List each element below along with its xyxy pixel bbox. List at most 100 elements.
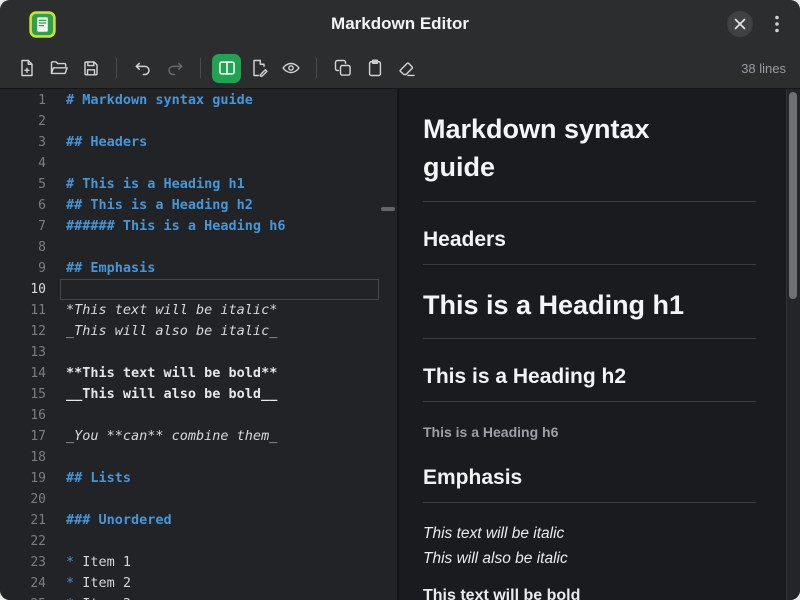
line-number: 8 (38, 240, 46, 255)
editor-line-18[interactable]: 18 (0, 447, 397, 468)
code-segment: Item 2 (82, 575, 132, 591)
editor-line-22[interactable]: 22 (0, 531, 397, 552)
line-number: 17 (30, 429, 46, 444)
code-segment: ## This is a Heading h2 (66, 197, 253, 213)
editor-line-3[interactable]: 3 ## Headers (0, 132, 397, 153)
preview-scrollbar-thumb[interactable] (789, 92, 797, 299)
redo-arrow-icon (167, 62, 182, 76)
line-number: 9 (38, 261, 46, 276)
copy-button[interactable] (328, 54, 357, 83)
editor-line-20[interactable]: 20 (0, 489, 397, 510)
eye-icon (281, 62, 300, 74)
editor-line-5[interactable]: 5 # This is a Heading h1 (0, 174, 397, 195)
preview-h2: Emphasis (423, 466, 756, 504)
line-number: 10 (30, 282, 46, 297)
line-content: # This is a Heading h1 (60, 174, 379, 195)
toolbar-separator (200, 58, 201, 78)
line-number: 11 (30, 303, 46, 318)
editor-line-25[interactable]: 25 * Item 3 (0, 594, 397, 600)
line-number: 16 (30, 408, 46, 423)
editor-line-11[interactable]: 11 *This text will be italic* (0, 300, 397, 321)
editor-line-2[interactable]: 2 (0, 111, 397, 132)
line-content: * Item 2 (60, 573, 379, 594)
open-folder-icon (50, 61, 68, 75)
editor-pane[interactable]: 1 # Markdown syntax guide 2 3 ## Headers 4 5 # … (0, 89, 399, 600)
code-segment: # Markdown syntax guide (66, 92, 253, 108)
editor-line-1[interactable]: 1 # Markdown syntax guide (0, 90, 397, 111)
preview-p: This text will be bold (423, 583, 756, 600)
editor-lines: 1 # Markdown syntax guide 2 3 ## Headers 4 5 # … (0, 90, 397, 600)
line-content (60, 342, 379, 363)
line-number: 6 (38, 198, 46, 213)
titlebar-actions (727, 11, 786, 37)
line-number: 24 (30, 576, 46, 591)
line-number: 23 (30, 555, 46, 570)
preview-scrollbar[interactable] (786, 89, 800, 600)
preview-h1: Markdown syntax guide (423, 111, 756, 202)
save-file-button[interactable] (76, 54, 105, 83)
line-content: __This will also be bold__ (60, 384, 379, 405)
editor-line-17[interactable]: 17 _You **can** combine them_ (0, 426, 397, 447)
editor-line-15[interactable]: 15 __This will also be bold__ (0, 384, 397, 405)
editor-line-7[interactable]: 7 ###### This is a Heading h6 (0, 216, 397, 237)
edit-document-icon (252, 59, 268, 77)
toolbar-separator (316, 58, 317, 78)
line-count-status: 38 lines (741, 60, 786, 76)
code-segment: *This text will be italic* (66, 302, 278, 318)
line-content: _This will also be italic_ (60, 321, 379, 342)
main-split: 1 # Markdown syntax guide 2 3 ## Headers 4 5 # … (0, 89, 800, 600)
preview-text-line: guide (423, 151, 495, 182)
code-segment: ### Unordered (66, 512, 172, 528)
editor-line-6[interactable]: 6 ## This is a Heading h2 (0, 195, 397, 216)
line-content: ## Emphasis (60, 258, 379, 279)
preview-text-line: Markdown syntax (423, 114, 650, 144)
preview-h2: Headers (423, 228, 756, 265)
split-view-button[interactable] (212, 53, 241, 83)
clear-button[interactable] (392, 54, 421, 83)
paste-button[interactable] (360, 54, 389, 83)
editor-line-23[interactable]: 23 * Item 1 (0, 552, 397, 573)
preview-mode-button[interactable] (276, 54, 305, 83)
line-number: 22 (30, 534, 46, 549)
editor-line-8[interactable]: 8 (0, 237, 397, 258)
close-button[interactable] (727, 11, 753, 37)
new-file-icon (20, 59, 33, 77)
code-segment: _You **can** combine them_ (66, 428, 278, 444)
app-window: Markdown Editor 38 lines 1 # Markdown sy… (0, 0, 800, 600)
editor-line-12[interactable]: 12 _This will also be italic_ (0, 321, 397, 342)
code-segment: Item 1 (82, 554, 132, 570)
toolbar-separator (116, 58, 117, 78)
code-segment: _This will also be italic_ (66, 323, 278, 339)
editor-line-10[interactable]: 10 (0, 279, 397, 300)
redo-button[interactable] (160, 54, 189, 83)
open-file-button[interactable] (44, 54, 73, 83)
editor-line-4[interactable]: 4 (0, 153, 397, 174)
new-file-button[interactable] (12, 54, 41, 83)
preview-h1: This is a Heading h1 (423, 287, 756, 340)
editor-scrollbar-thumb[interactable] (381, 207, 395, 211)
menu-button[interactable] (768, 14, 786, 34)
editor-line-13[interactable]: 13 (0, 342, 397, 363)
line-content: _You **can** combine them_ (60, 426, 379, 447)
line-content: ### Unordered (60, 510, 379, 531)
line-content: # Markdown syntax guide (60, 90, 379, 111)
code-segment: __This will also be bold__ (66, 386, 278, 402)
editor-line-9[interactable]: 9 ## Emphasis (0, 258, 397, 279)
code-segment: ###### This is a Heading h6 (66, 218, 286, 234)
editor-line-14[interactable]: 14 **This text will be bold** (0, 363, 397, 384)
undo-button[interactable] (128, 54, 157, 83)
line-content: ## Lists (60, 468, 379, 489)
line-number: 19 (30, 471, 46, 486)
line-content (60, 153, 379, 174)
editor-line-24[interactable]: 24 * Item 2 (0, 573, 397, 594)
app-logo-icon (29, 10, 56, 38)
editor-line-21[interactable]: 21 ### Unordered (0, 510, 397, 531)
line-content: * Item 3 (60, 594, 379, 600)
undo-arrow-icon (135, 62, 150, 76)
preview-h2: This is a Heading h2 (423, 365, 756, 403)
editor-line-16[interactable]: 16 (0, 405, 397, 426)
editor-line-19[interactable]: 19 ## Lists (0, 468, 397, 489)
code-segment: ## Emphasis (66, 260, 156, 276)
editor-mode-button[interactable] (244, 54, 273, 83)
line-number: 4 (38, 156, 46, 171)
